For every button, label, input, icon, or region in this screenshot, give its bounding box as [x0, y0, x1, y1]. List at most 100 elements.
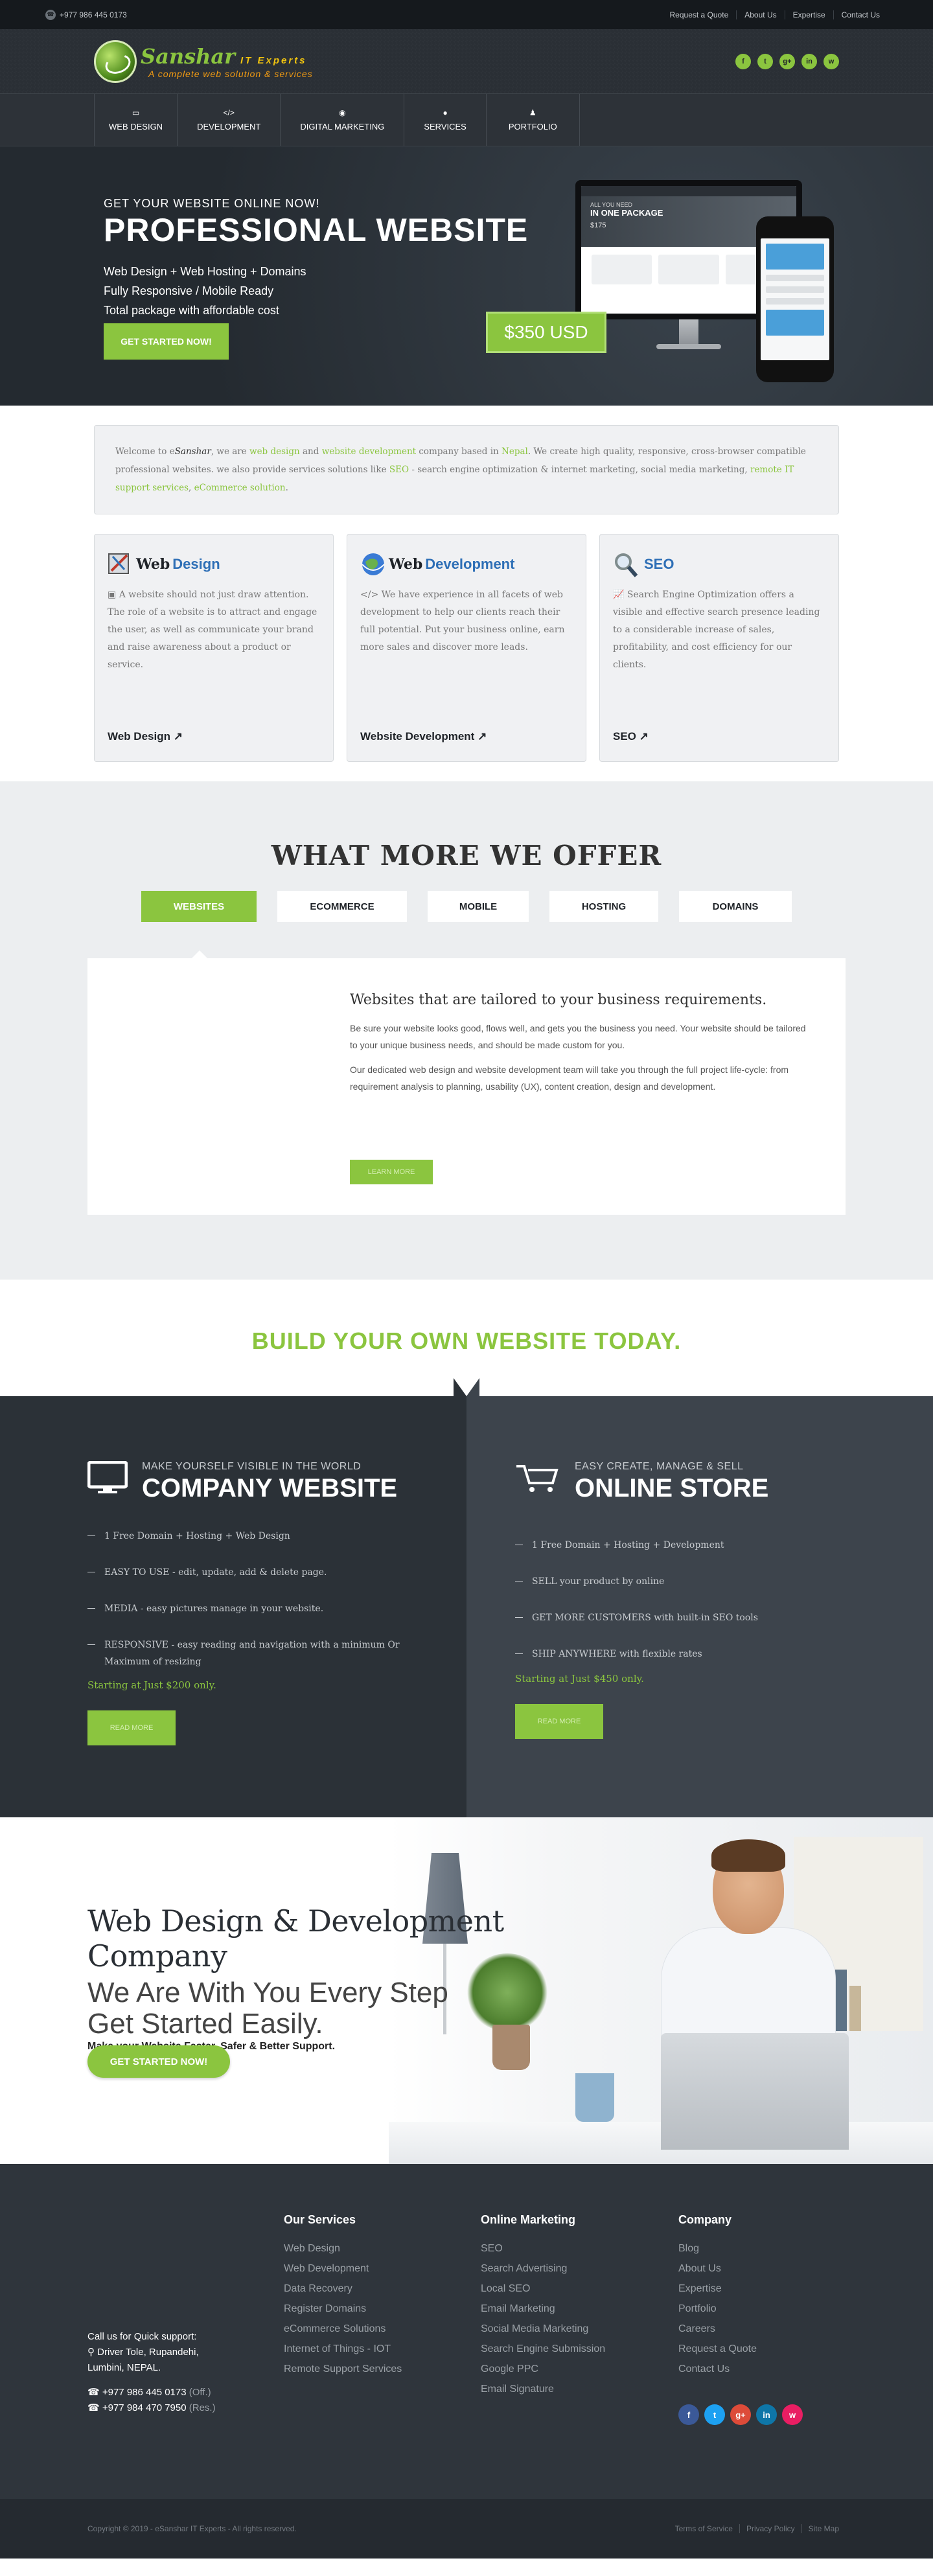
company-banner: Web Design & Development Company We Are …	[0, 1817, 933, 2164]
footer-link[interactable]: Blog	[678, 2238, 757, 2259]
learn-more-button[interactable]: LEARN MORE	[350, 1160, 433, 1184]
nav-item-portfolio[interactable]: ♟ PORTFOLIO	[487, 94, 580, 146]
intro-link-nepal[interactable]: Nepal	[501, 446, 528, 457]
service-link-website-development[interactable]: Website Development ↗	[360, 730, 487, 743]
section-notch-left	[454, 1378, 466, 1396]
hero-price-badge: $350 USD	[486, 312, 606, 353]
intro-link-seo[interactable]: SEO	[389, 465, 409, 475]
intro-link-website-development[interactable]: website development	[322, 446, 416, 457]
footer-link[interactable]: Web Design	[284, 2238, 402, 2259]
intro-link-ecommerce[interactable]: eCommerce solution	[194, 483, 286, 493]
user-icon: ♟	[529, 108, 536, 117]
top-phone-number: +977 986 445 0173	[60, 10, 127, 19]
hero-point: Web Design + Web Hosting + Domains	[104, 265, 306, 278]
read-more-button[interactable]: READ MORE	[515, 1704, 603, 1739]
footer-link[interactable]: Email Signature	[481, 2379, 605, 2399]
footer-link[interactable]: Google PPC	[481, 2359, 605, 2379]
company-line: Get Started Easily.	[87, 2008, 323, 2040]
phone-note: (Off.)	[189, 2387, 211, 2398]
footer-link[interactable]: Expertise	[678, 2279, 757, 2299]
footer-link[interactable]: Register Domains	[284, 2299, 402, 2319]
offer-section: WHAT MORE WE OFFER WEBSITES ECOMMERCE MO…	[0, 781, 933, 1280]
nav-label: PORTFOLIO	[508, 121, 557, 132]
footer-link[interactable]: Data Recovery	[284, 2279, 402, 2299]
footer-contact: Call us for Quick support: ⚲ Driver Tole…	[87, 2329, 216, 2416]
footer-link[interactable]: Web Development	[284, 2259, 402, 2279]
whatsapp-icon[interactable]: w	[782, 2404, 803, 2425]
nav-item-web-design[interactable]: ▭ WEB DESIGN	[94, 94, 178, 146]
tab-ecommerce[interactable]: ECOMMERCE	[277, 891, 407, 922]
service-link-web-design[interactable]: Web Design ↗	[108, 730, 183, 743]
service-card-web-design: Web Design ▣ A website should not just dr…	[94, 534, 334, 762]
sitemap-link[interactable]: Site Map	[801, 2524, 846, 2533]
footer-link[interactable]: Search Advertising	[481, 2259, 605, 2279]
hero-get-started-button[interactable]: GET STARTED NOW!	[104, 323, 229, 360]
section-notch	[466, 1378, 479, 1396]
top-link-about[interactable]: About Us	[736, 10, 784, 19]
plan-feature: EASY TO USE - edit, update, add & delete…	[87, 1564, 466, 1581]
facebook-icon[interactable]: f	[678, 2404, 699, 2425]
footer-link[interactable]: Portfolio	[678, 2299, 757, 2319]
footer-link[interactable]: Social Media Marketing	[481, 2319, 605, 2339]
plan-starting-price: Starting at Just $200 only.	[87, 1679, 216, 1691]
footer-link[interactable]: Remote Support Services	[284, 2359, 402, 2379]
service-link-seo[interactable]: SEO ↗	[613, 730, 649, 743]
footer-col-marketing: Online Marketing SEO Search Advertising …	[481, 2213, 605, 2399]
globe-logo-icon	[94, 40, 137, 83]
tab-hosting[interactable]: HOSTING	[549, 891, 658, 922]
address-line: Driver Tole, Rupandehi,	[97, 2347, 199, 2358]
footer-link[interactable]: SEO	[481, 2238, 605, 2259]
site-logo[interactable]: Sanshar IT Experts A complete web solutio…	[94, 40, 313, 83]
footer-link[interactable]: About Us	[678, 2259, 757, 2279]
privacy-link[interactable]: Privacy Policy	[739, 2524, 801, 2533]
google-plus-icon[interactable]: g+	[779, 54, 795, 69]
plan-feature: SELL your product by online	[515, 1573, 933, 1590]
services-row: Web Design ▣ A website should not just dr…	[94, 534, 839, 762]
facebook-icon[interactable]: f	[735, 54, 751, 69]
tab-domains[interactable]: DOMAINS	[679, 891, 792, 922]
hero-eyebrow: GET YOUR WEBSITE ONLINE NOW!	[104, 197, 320, 210]
chat-icon: ●	[443, 108, 448, 117]
intro-link-web-design[interactable]: web design	[249, 446, 300, 457]
hero-point: Fully Responsive / Mobile Ready	[104, 284, 274, 297]
plan-feature: MEDIA - easy pictures manage in your web…	[87, 1600, 466, 1617]
top-link-quote[interactable]: Request a Quote	[662, 10, 737, 19]
tab-mobile[interactable]: MOBILE	[428, 891, 529, 922]
phone-icon: ☎	[87, 2402, 102, 2413]
header-social: f t g+ in w	[735, 54, 839, 69]
google-plus-icon[interactable]: g+	[730, 2404, 751, 2425]
linkedin-icon[interactable]: in	[756, 2404, 777, 2425]
nav-item-services[interactable]: ● SERVICES	[404, 94, 487, 146]
monitor-base	[656, 344, 721, 349]
whatsapp-icon[interactable]: w	[824, 54, 839, 69]
footer-link[interactable]: Careers	[678, 2319, 757, 2339]
company-get-started-button[interactable]: GET STARTED NOW!	[87, 2045, 230, 2078]
footer-link[interactable]: Email Marketing	[481, 2299, 605, 2319]
footer-link[interactable]: Internet of Things - IOT	[284, 2339, 402, 2359]
logo-tagline: IT Experts	[240, 55, 307, 66]
twitter-icon[interactable]: t	[757, 54, 773, 69]
twitter-icon[interactable]: t	[704, 2404, 725, 2425]
offer-tabs: WEBSITES ECOMMERCE MOBILE HOSTING DOMAIN…	[0, 891, 933, 958]
footer-link[interactable]: Contact Us	[678, 2359, 757, 2379]
footer-link[interactable]: Local SEO	[481, 2279, 605, 2299]
top-bar: ☎ +977 986 445 0173 Request a Quote Abou…	[0, 0, 933, 29]
top-link-contact[interactable]: Contact Us	[833, 10, 888, 19]
tab-websites[interactable]: WEBSITES	[141, 891, 257, 958]
address-line: Lumbini, NEPAL.	[87, 2362, 161, 2373]
nav-item-development[interactable]: </> DEVELOPMENT	[178, 94, 281, 146]
image-icon: ▣	[108, 590, 119, 600]
plan-company-website: MAKE YOURSELF VISIBLE IN THE WORLD COMPAN…	[0, 1396, 466, 1817]
top-link-expertise[interactable]: Expertise	[784, 10, 833, 19]
read-more-button[interactable]: READ MORE	[87, 1710, 176, 1745]
linkedin-icon[interactable]: in	[801, 54, 817, 69]
terms-link[interactable]: Terms of Service	[669, 2524, 739, 2533]
phone-mockup-image	[756, 216, 834, 382]
footer-link[interactable]: eCommerce Solutions	[284, 2319, 402, 2339]
globe-service-icon	[360, 550, 386, 579]
nav-item-digital-marketing[interactable]: ◉ DIGITAL MARKETING	[281, 94, 405, 146]
plans-section: MAKE YOURSELF VISIBLE IN THE WORLD COMPAN…	[0, 1378, 933, 1817]
service-title-b: Design	[172, 556, 220, 572]
footer-link[interactable]: Search Engine Submission	[481, 2339, 605, 2359]
footer-link[interactable]: Request a Quote	[678, 2339, 757, 2359]
